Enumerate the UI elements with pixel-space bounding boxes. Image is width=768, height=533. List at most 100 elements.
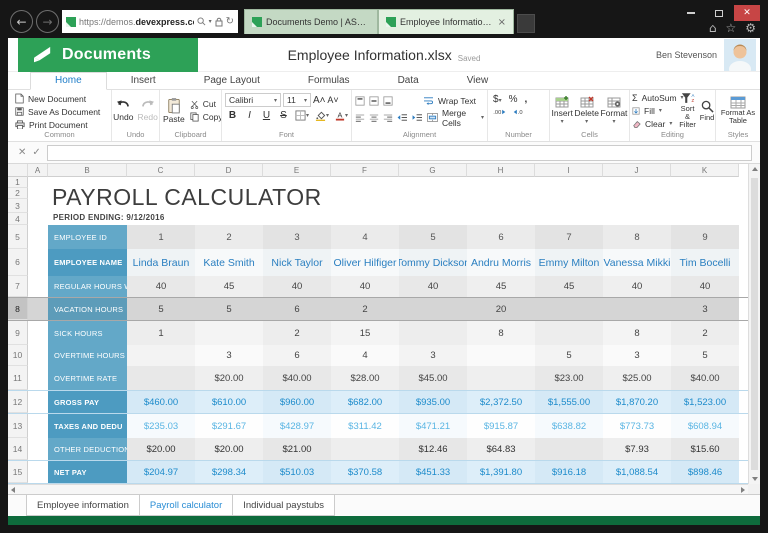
align-left-icon[interactable] — [355, 113, 365, 122]
increase-indent-icon[interactable] — [412, 113, 423, 122]
row-header[interactable]: 10 — [8, 345, 28, 366]
cell[interactable]: $935.00 — [399, 391, 467, 413]
cell[interactable]: $40.00 — [671, 366, 739, 390]
clear-button[interactable]: Clear ▾ — [630, 117, 676, 129]
ribbon-tab-home[interactable]: Home — [30, 72, 107, 90]
column-header[interactable]: G — [399, 164, 467, 177]
close-button[interactable]: ✕ — [734, 5, 760, 21]
column-header[interactable]: J — [603, 164, 671, 177]
cell[interactable] — [399, 298, 467, 320]
column-header[interactable]: A — [28, 164, 48, 177]
cell[interactable]: $510.03 — [263, 461, 331, 483]
cell[interactable]: 45 — [195, 276, 263, 297]
cell[interactable]: $960.00 — [263, 391, 331, 413]
column-header[interactable]: I — [535, 164, 603, 177]
search-icon[interactable] — [197, 17, 206, 26]
cell[interactable]: $610.00 — [195, 391, 263, 413]
borders-button[interactable]: ▾ — [295, 110, 309, 121]
horizontal-scrollbar[interactable] — [8, 484, 748, 494]
cell[interactable]: $20.00 — [195, 438, 263, 460]
cell[interactable]: $1,555.00 — [535, 391, 603, 413]
cell[interactable]: $916.18 — [535, 461, 603, 483]
row-header[interactable]: 5 — [8, 225, 28, 249]
cell[interactable] — [28, 298, 48, 320]
ribbon-tab-page-layout[interactable]: Page Layout — [180, 73, 284, 89]
ribbon-tab-data[interactable]: Data — [374, 73, 443, 89]
cell[interactable]: 40 — [263, 276, 331, 297]
row-label-cell[interactable]: OVERTIME HOURS — [48, 345, 127, 366]
cell[interactable]: 4 — [331, 345, 399, 366]
cell[interactable]: 8 — [603, 225, 671, 249]
column-header[interactable]: E — [263, 164, 331, 177]
decrease-decimal-icon[interactable]: .0 — [513, 108, 526, 116]
cell[interactable] — [603, 298, 671, 320]
cell[interactable]: $20.00 — [195, 366, 263, 390]
cell[interactable]: $64.83 — [467, 438, 535, 460]
save-as-document-button[interactable]: Save As Document — [8, 105, 111, 118]
cell[interactable]: 5 — [399, 225, 467, 249]
cell[interactable] — [28, 414, 48, 438]
cell[interactable]: 6 — [467, 225, 535, 249]
cell[interactable] — [28, 366, 48, 390]
cell[interactable] — [28, 225, 48, 249]
favorites-star-icon[interactable]: ☆ — [725, 21, 736, 35]
delete-cells-button[interactable]: Delete ▾ — [574, 96, 599, 125]
cell[interactable]: 40 — [127, 276, 195, 297]
align-bottom-icon[interactable] — [383, 96, 393, 106]
confirm-entry-icon[interactable]: ✓ — [32, 147, 40, 158]
cell[interactable]: $428.97 — [263, 414, 331, 438]
new-document-button[interactable]: New Document — [8, 92, 111, 105]
row-header[interactable]: 6 — [8, 249, 28, 276]
cell[interactable]: 5 — [195, 298, 263, 320]
cell[interactable]: Linda Braun — [127, 249, 195, 276]
row-label-cell[interactable]: OVERTIME RATE — [48, 366, 127, 390]
format-as-table-button[interactable]: Format As Table — [716, 96, 760, 126]
autosum-button[interactable]: Σ AutoSum ▾ — [630, 92, 676, 104]
cell[interactable] — [467, 345, 535, 366]
column-header[interactable]: C — [127, 164, 195, 177]
row-header[interactable]: 8 — [8, 298, 28, 320]
cell[interactable]: $15.60 — [671, 438, 739, 460]
settings-gear-icon[interactable]: ⚙ — [745, 21, 756, 35]
cell[interactable]: 5 — [127, 298, 195, 320]
font-color-button[interactable]: A▾ — [335, 110, 348, 121]
underline-button[interactable]: U — [261, 110, 272, 121]
cell[interactable]: Vanessa Mikki — [603, 249, 671, 276]
cell[interactable]: $1,523.00 — [671, 391, 739, 413]
cell[interactable]: $638.82 — [535, 414, 603, 438]
find-button[interactable]: Find — [699, 100, 715, 122]
cell[interactable]: 5 — [671, 345, 739, 366]
cell[interactable]: 1 — [127, 225, 195, 249]
cell[interactable] — [127, 366, 195, 390]
scroll-left-icon[interactable] — [11, 487, 15, 493]
select-all-corner[interactable] — [8, 164, 28, 177]
cell[interactable] — [28, 438, 48, 460]
comma-style-button[interactable]: , — [524, 94, 527, 105]
row-label-cell[interactable]: OTHER DEDUCTION — [48, 438, 127, 460]
cell[interactable]: $45.00 — [399, 366, 467, 390]
align-center-icon[interactable] — [369, 113, 379, 122]
cell[interactable]: $370.58 — [331, 461, 399, 483]
back-button[interactable]: ← — [10, 10, 33, 33]
refresh-icon[interactable]: ↻ — [226, 16, 234, 27]
bold-button[interactable]: B — [227, 110, 238, 121]
cell[interactable]: 3 — [671, 298, 739, 320]
cell[interactable]: $915.87 — [467, 414, 535, 438]
column-header[interactable]: B — [48, 164, 127, 177]
cell[interactable]: 3 — [195, 345, 263, 366]
undo-button[interactable]: Undo — [113, 99, 133, 122]
cell[interactable]: $1,391.80 — [467, 461, 535, 483]
cell[interactable]: $40.00 — [263, 366, 331, 390]
cell[interactable]: Tommy Dickson — [399, 249, 467, 276]
cell[interactable] — [535, 321, 603, 345]
cell[interactable]: 8 — [467, 321, 535, 345]
vertical-scrollbar[interactable] — [748, 164, 760, 484]
column-header[interactable]: D — [195, 164, 263, 177]
cell[interactable] — [535, 438, 603, 460]
cell[interactable]: 45 — [467, 276, 535, 297]
cell[interactable]: $460.00 — [127, 391, 195, 413]
row-label-cell[interactable]: TAXES AND DEDU — [48, 414, 127, 438]
minimize-button[interactable] — [678, 5, 704, 21]
grow-font-button[interactable]: A˄ — [313, 95, 325, 106]
cell[interactable]: $682.00 — [331, 391, 399, 413]
